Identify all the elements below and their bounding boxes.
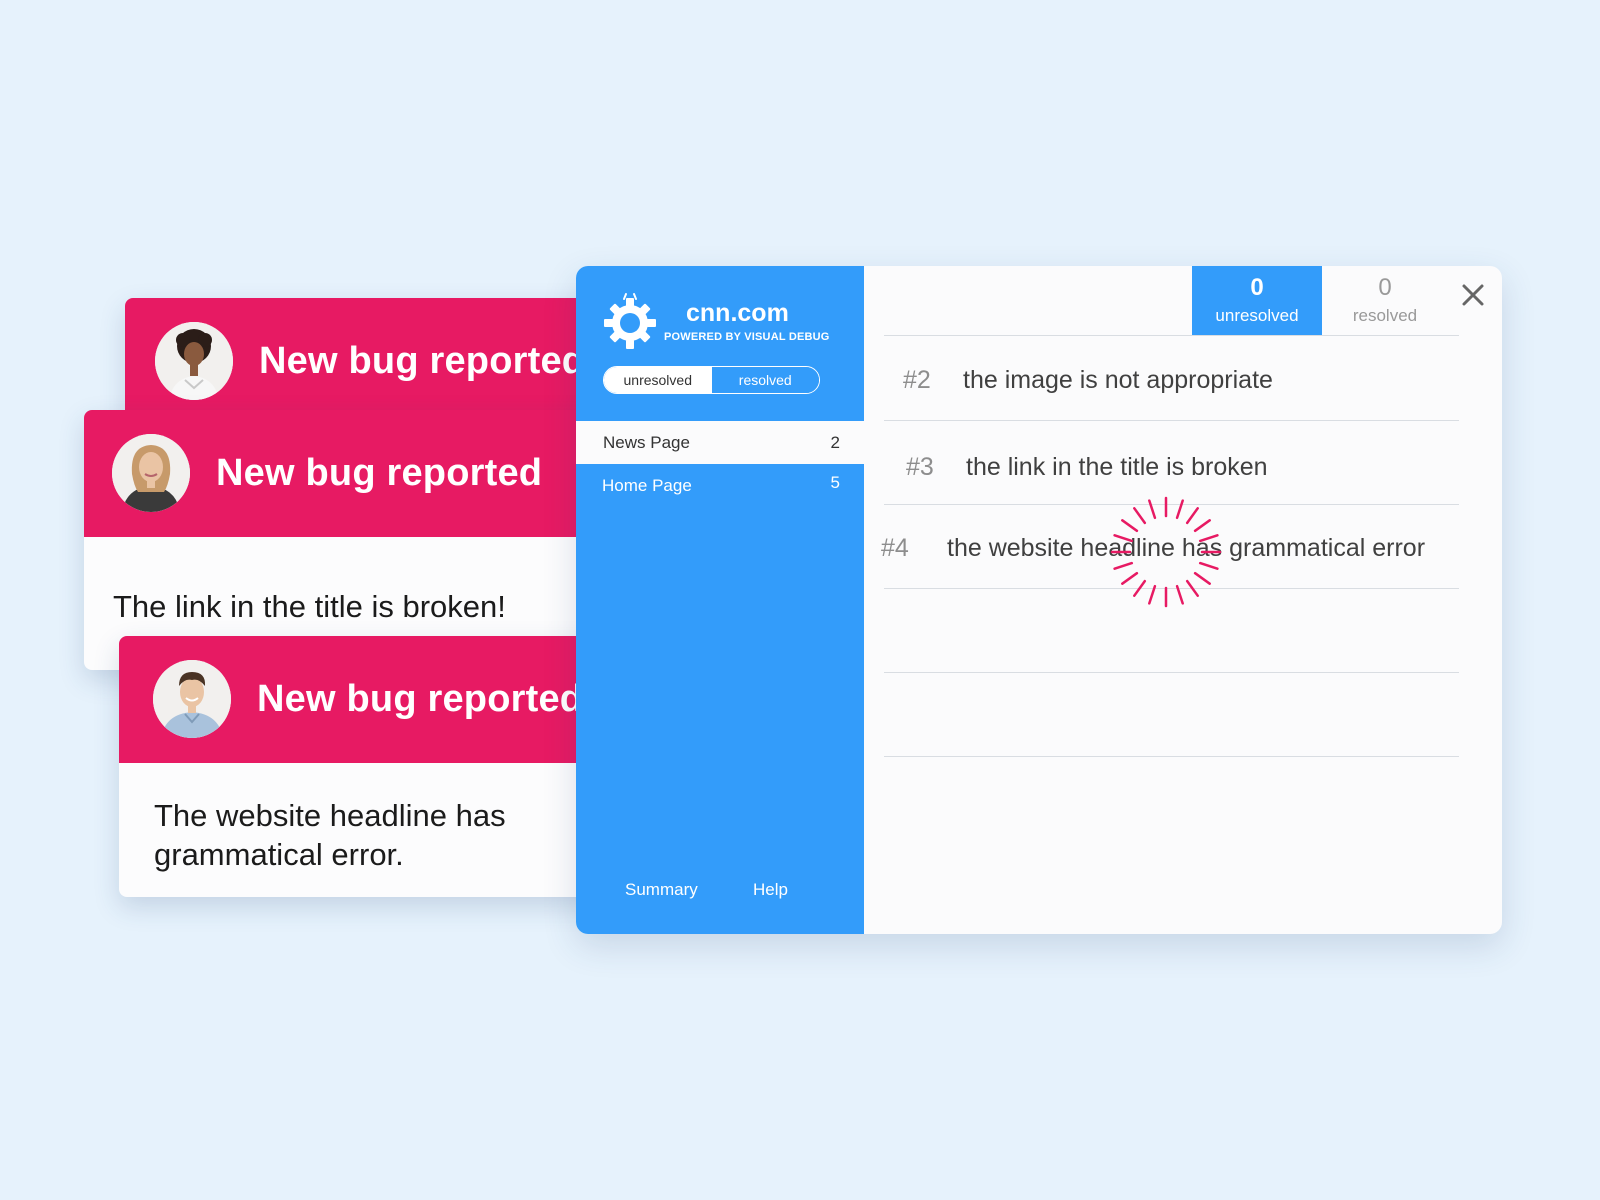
notification-title: New bug reported	[259, 340, 586, 382]
notification-title: New bug reported	[257, 678, 584, 720]
notification-header: New bug reported	[125, 298, 645, 425]
burst-ray	[1193, 571, 1211, 585]
close-icon[interactable]	[1460, 282, 1486, 308]
unresolved-count: 0	[1250, 274, 1264, 301]
burst-ray	[1198, 534, 1219, 543]
burst-ray	[1185, 507, 1199, 525]
unresolved-label: unresolved	[1215, 306, 1299, 325]
burst-ray	[1175, 499, 1184, 520]
avatar	[153, 660, 231, 738]
bug-gear-icon	[603, 293, 657, 349]
sidebar-item-label: News Page	[603, 432, 690, 452]
burst-ray	[1133, 579, 1147, 597]
sidebar-item-news-page[interactable]: News Page 2	[576, 421, 864, 464]
help-link[interactable]: Help	[753, 880, 788, 900]
sidebar-item-count: 5	[830, 472, 840, 492]
burst-ray	[1175, 584, 1184, 605]
burst-ray	[1113, 561, 1134, 570]
notification-message: The website headline has grammatical err…	[119, 763, 644, 874]
bug-tracker-panel: cnn.com POWERED BY VISUAL DEBUG unresolv…	[576, 266, 1502, 934]
burst-ray	[1198, 561, 1219, 570]
avatar	[112, 434, 190, 512]
status-filter-toggle: unresolved resolved	[603, 366, 820, 394]
toggle-unresolved[interactable]: unresolved	[604, 367, 712, 393]
resolved-label: resolved	[1352, 306, 1418, 325]
resolved-count: 0	[1378, 274, 1392, 301]
divider	[884, 672, 1459, 673]
divider	[884, 335, 1459, 336]
divider	[884, 420, 1459, 421]
notification-card[interactable]: New bug reported The website headline ha…	[119, 636, 644, 897]
notification-card[interactable]: New bug reported The link in the title i…	[84, 410, 644, 670]
burst-ray	[1121, 571, 1139, 585]
burst-ray	[1113, 534, 1134, 543]
toggle-resolved[interactable]: resolved	[711, 367, 819, 393]
notification-header: New bug reported	[119, 636, 644, 763]
click-burst-icon	[1110, 496, 1222, 608]
burst-ray	[1148, 584, 1157, 605]
notification-header: New bug reported	[84, 410, 644, 537]
burst-ray	[1121, 519, 1139, 533]
burst-ray	[1193, 519, 1211, 533]
divider	[884, 756, 1459, 757]
sidebar-item-label: Home Page	[602, 475, 692, 495]
avatar	[155, 322, 233, 400]
unresolved-count-tab[interactable]: 0 unresolved	[1192, 266, 1322, 335]
burst-ray	[1185, 579, 1199, 597]
sidebar: cnn.com POWERED BY VISUAL DEBUG unresolv…	[576, 266, 864, 934]
notification-title: New bug reported	[216, 452, 543, 494]
issue-text: the link in the title is broken	[966, 453, 1268, 481]
sidebar-item-home-page[interactable]: Home Page 5	[576, 464, 864, 507]
notification-message: The link in the title is broken!	[113, 589, 506, 624]
issue-number: #3	[906, 453, 934, 481]
summary-link[interactable]: Summary	[625, 880, 698, 900]
resolved-count-tab[interactable]: 0 resolved	[1322, 266, 1448, 335]
notification-message-line: The website headline has	[154, 798, 506, 833]
powered-by-label: POWERED BY VISUAL DEBUG	[664, 331, 830, 343]
issue-number: #4	[881, 534, 909, 562]
site-name: cnn.com	[686, 299, 789, 327]
sidebar-item-count: 2	[830, 432, 840, 452]
issue-number: #2	[903, 366, 931, 394]
burst-ray	[1148, 499, 1157, 520]
issue-text: the image is not appropriate	[963, 366, 1273, 394]
burst-ray	[1133, 507, 1147, 525]
notification-message-line: grammatical error.	[154, 837, 404, 872]
